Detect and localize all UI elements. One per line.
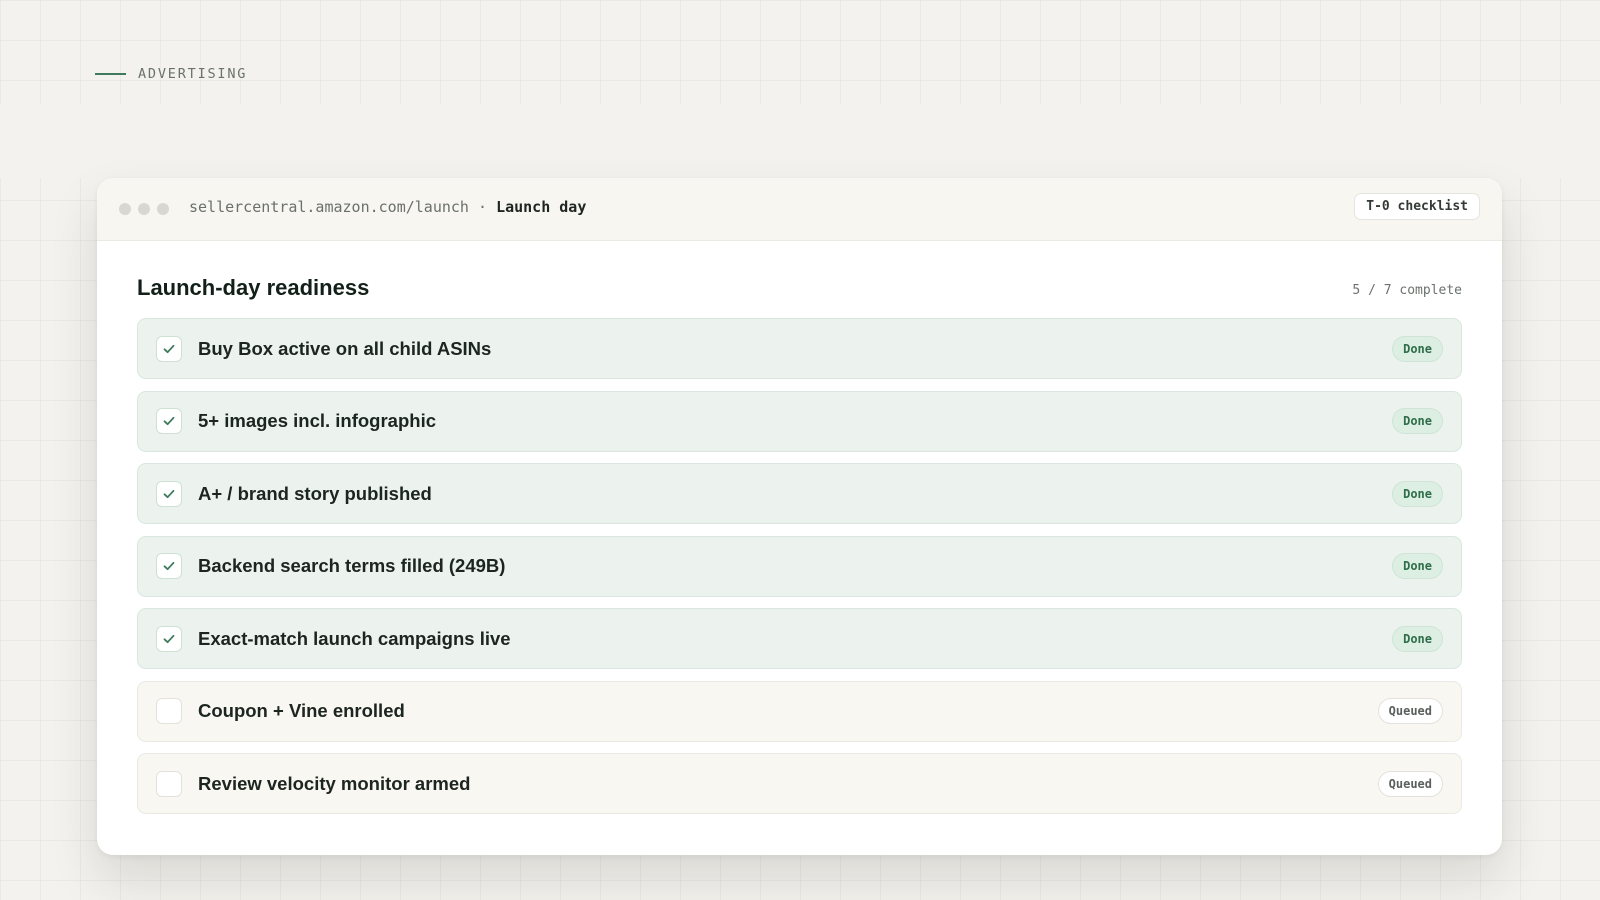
background-band (0, 104, 1600, 178)
checklist-list: Buy Box active on all child ASINs Done 5+ … (137, 318, 1462, 814)
check-icon (163, 561, 175, 571)
section-label: ADVERTISING (95, 66, 247, 82)
checklist-item-label: A+ / brand story published (198, 482, 432, 504)
checklist-item-label: 5+ images incl. infographic (198, 410, 436, 431)
checkbox[interactable] (156, 480, 182, 507)
window-titlebar: sellercentral.amazon.com/launch · Launch… (97, 178, 1502, 241)
page-title: Launch-day readiness (137, 275, 370, 300)
check-icon (163, 344, 175, 353)
checklist-item[interactable]: Exact-match launch campaigns live Done (137, 608, 1462, 669)
checkbox[interactable] (156, 335, 182, 362)
checkbox[interactable] (156, 553, 182, 579)
checkbox[interactable] (156, 698, 182, 724)
status-badge: Queued (1377, 770, 1443, 797)
status-badge: Done (1392, 553, 1443, 579)
checklist-item-label: Buy Box active on all child ASINs (198, 337, 492, 359)
checklist-item-label: Backend search terms filled (249B) (198, 555, 506, 576)
checklist-header: Launch-day readiness 5 / 7 complete (137, 241, 1462, 318)
browser-window: sellercentral.amazon.com/launch · Launch… (97, 178, 1502, 855)
checklist-item-label: Exact-match launch campaigns live (198, 627, 511, 649)
check-icon (163, 489, 175, 498)
checkbox[interactable] (156, 770, 182, 797)
maximize-dot-icon[interactable] (157, 203, 169, 215)
checkbox[interactable] (156, 625, 182, 652)
section-rule (95, 73, 126, 75)
url-text: sellercentral.amazon.com/launch (189, 198, 469, 216)
status-badge: Done (1392, 408, 1443, 434)
status-badge: Done (1392, 335, 1443, 362)
checklist-item[interactable]: Coupon + Vine enrolled Queued (137, 680, 1462, 742)
window-control-dots (119, 203, 169, 215)
check-icon (163, 634, 175, 643)
minimize-dot-icon[interactable] (138, 203, 150, 215)
close-dot-icon[interactable] (119, 203, 131, 215)
checklist-item[interactable]: Review velocity monitor armed Queued (137, 753, 1462, 814)
status-badge: Done (1392, 480, 1443, 507)
progress-count: 5 / 7 complete (1352, 283, 1462, 298)
status-badge: Queued (1377, 698, 1443, 724)
checklist-item-label: Coupon + Vine enrolled (198, 700, 405, 721)
status-badge: Done (1392, 625, 1443, 652)
checkbox[interactable] (156, 408, 182, 434)
address-bar[interactable]: sellercentral.amazon.com/launch · Launch… (189, 196, 589, 219)
checklist-item[interactable]: Backend search terms filled (249B) Done (137, 535, 1462, 597)
checklist-item-label: Review velocity monitor armed (198, 772, 471, 794)
checklist-item[interactable]: 5+ images incl. infographic Done (137, 390, 1462, 452)
checklist-item[interactable]: Buy Box active on all child ASINs Done (137, 318, 1462, 379)
url-separator: · (478, 198, 488, 216)
checklist-chip[interactable]: T-0 checklist (1354, 193, 1480, 220)
checklist-panel: Launch-day readiness 5 / 7 complete Buy … (137, 241, 1462, 814)
page-name: Launch day (496, 198, 587, 216)
check-icon (163, 416, 175, 426)
section-label-text: ADVERTISING (138, 66, 248, 82)
checklist-item[interactable]: A+ / brand story published Done (137, 463, 1462, 524)
